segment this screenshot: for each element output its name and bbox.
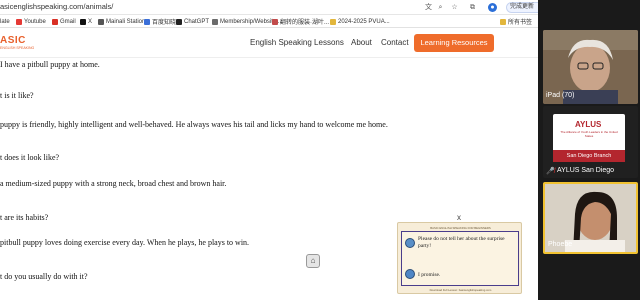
bookmark-label: ChatGPT [184, 18, 210, 25]
popup-header: BASIC ENGLISH SPEAKING FOR BEGINNERS [430, 226, 491, 230]
participant-name: AYLUS San Diego [557, 167, 615, 174]
bookmarks-bar: late Youtube Gmail X Mainali Station 百度知… [0, 15, 538, 28]
site-logo-subtitle: ENGLISH SPEAKING [0, 46, 35, 50]
profile-avatar-icon[interactable]: ● [488, 3, 497, 12]
browser-window: asicenglishspeaking.com/animals/ 文 ⌕ ☆ ⧉… [0, 0, 538, 300]
bookmark-item[interactable]: late [0, 17, 10, 26]
mic-muted-icon: 🎤̸ [546, 168, 555, 175]
site-logo[interactable]: ASIC [0, 35, 26, 46]
gmail-icon [52, 18, 58, 25]
article-question: t are its habits? [0, 213, 49, 222]
update-button[interactable]: 完成更新 ⋮ [506, 2, 538, 13]
aylus-logo: AYLUS The Alliance of Youth Leaders in t… [553, 114, 625, 162]
station-icon [98, 18, 104, 25]
participant-name: Phoebe [548, 241, 573, 248]
participant-name: iPad (70) [546, 92, 575, 99]
aylus-logo-tagline: The Alliance of Youth Leaders in the Uni… [560, 130, 618, 138]
speaker-a-avatar-icon [405, 238, 415, 248]
translate-icon[interactable]: 文 [424, 3, 433, 12]
bookmark-item[interactable]: Youtube [16, 17, 46, 26]
aylus-logo-title: AYLUS [575, 120, 602, 129]
bookmark-item[interactable]: Mainali Station [98, 17, 145, 26]
bookmark-label: late [0, 18, 10, 25]
baidu-icon [144, 18, 150, 25]
bookmark-label: Youtube [24, 18, 46, 25]
participant-tile-ipad[interactable]: iPad (70) [543, 30, 638, 104]
video-call-panel: iPad (70) AYLUS The Alliance of Youth Le… [538, 0, 640, 300]
learning-resources-button[interactable]: Learning Resources [414, 34, 494, 52]
popup-close-button[interactable]: x [457, 213, 461, 222]
bookmark-item[interactable]: Gmail [52, 17, 76, 26]
article-question: t do you usually do with it? [0, 272, 88, 281]
dialogue-line-2: I promise. [418, 272, 441, 278]
zoom-icon[interactable]: ⌕ [436, 3, 445, 12]
participant-tile-phoebe[interactable]: Phoebe [543, 182, 638, 254]
membership-icon [212, 18, 218, 25]
article-line: a medium-sized puppy with a strong neck,… [0, 179, 227, 188]
all-bookmarks-label: 所有书签 [508, 20, 533, 26]
address-bar[interactable]: asicenglishspeaking.com/animals/ 文 ⌕ ☆ ⧉… [0, 0, 538, 15]
bookmark-label: 2024-2025 PVUA... [338, 18, 390, 25]
participant-tile-aylus[interactable]: AYLUS The Alliance of Youth Leaders in t… [543, 106, 638, 178]
bookmark-label: 百度知晓 [152, 20, 177, 26]
bookmark-label: Mainali Station [106, 18, 146, 25]
article-line: puppy is friendly, highly intelligent an… [0, 120, 388, 129]
article-question: t is it like? [0, 91, 34, 100]
site-header: ASIC ENGLISH SPEAKING English Speaking L… [0, 28, 538, 58]
extensions-icon[interactable]: ⧉ [468, 3, 477, 12]
bookmark-item[interactable]: 百度知晓 [144, 17, 176, 26]
youtube-icon [16, 18, 22, 25]
nav-contact[interactable]: Contact [381, 38, 409, 47]
dialogue-line-1: Please do not tell her about the surpris… [418, 236, 505, 249]
all-bookmarks[interactable]: 所有书签 [500, 17, 532, 26]
lesson-popup[interactable]: BASIC ENGLISH SPEAKING FOR BEGINNERS Ple… [397, 222, 522, 294]
x-icon [80, 18, 86, 25]
bookmark-star-icon[interactable]: ☆ [450, 3, 459, 12]
speaker-b-avatar-icon [405, 269, 415, 279]
nav-about[interactable]: About [351, 38, 372, 47]
bookmark-label: X [88, 18, 93, 25]
aylus-branch-label: San Diego Branch [553, 150, 625, 162]
floating-widget-icon[interactable]: ⌂ [306, 254, 320, 268]
nav-english-speaking-lessons[interactable]: English Speaking Lessons [250, 38, 344, 47]
url-text[interactable]: asicenglishspeaking.com/animals/ [0, 2, 113, 11]
dialogue-card: Please do not tell her about the surpris… [401, 231, 519, 286]
bookmark-label: Gmail [60, 18, 76, 25]
bookmark-item[interactable]: ChatGPT [176, 17, 209, 26]
article-question: t does it look like? [0, 153, 60, 162]
bookmark-item[interactable]: Membership/Website... [212, 17, 281, 26]
folder-icon [500, 18, 506, 25]
bookmark-label: 翻转的服装·湖叶... [280, 20, 329, 26]
clothing-icon [272, 18, 278, 25]
popup-footer[interactable]: Download Full Lesson: basicenglishspeaki… [398, 288, 523, 292]
folder-icon [330, 18, 336, 25]
bookmark-item[interactable]: 翻转的服装·湖叶... [272, 17, 329, 26]
bookmark-item[interactable]: 2024-2025 PVUA... [330, 17, 390, 26]
bookmark-item[interactable]: X [80, 17, 92, 26]
article-line: I have a pitbull puppy at home. [0, 60, 100, 69]
article-line: pitbull puppy loves doing exercise every… [0, 238, 250, 247]
chatgpt-icon [176, 18, 182, 25]
